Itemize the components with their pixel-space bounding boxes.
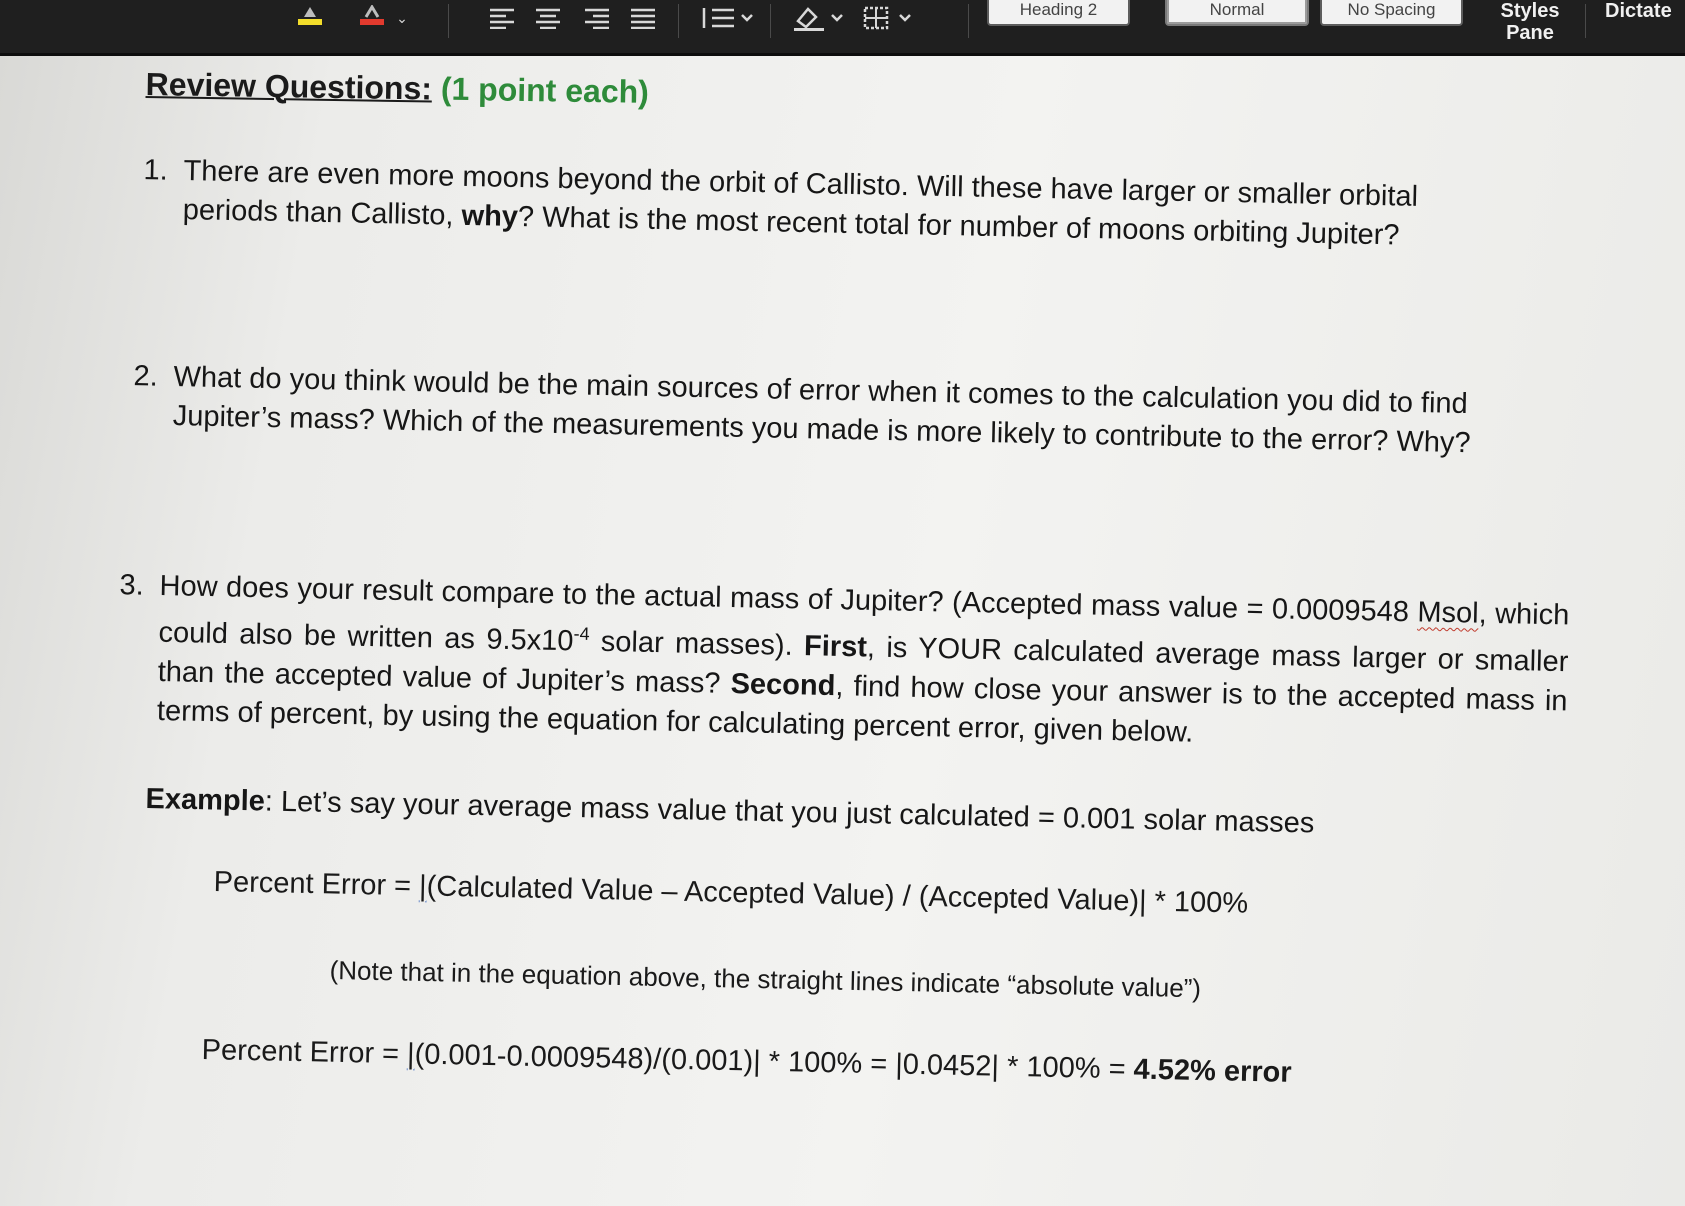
styles-pane-label: Styles: [1500, 0, 1560, 22]
q3-exponent: -4: [573, 623, 590, 645]
styles-pane-button[interactable]: Styles Pane: [1490, 0, 1570, 44]
q1-bold: why: [461, 199, 519, 234]
q3-bold-first: First: [803, 630, 868, 664]
q3-bold-second: Second: [730, 667, 836, 702]
heading-points: (1 point each): [440, 70, 650, 110]
justify-icon[interactable]: [628, 0, 658, 36]
ribbon-toolbar: ⌄ Heading 2 Normal No Spacing Styles Pan…: [0, 0, 1685, 56]
style-normal[interactable]: Normal: [1165, 0, 1309, 26]
borders-icon[interactable]: [860, 0, 920, 36]
style-no-spacing[interactable]: No Spacing: [1320, 0, 1463, 26]
dictate-button[interactable]: Dictate: [1605, 0, 1685, 22]
formula-lhs: Percent Error =: [213, 866, 420, 903]
font-color-icon[interactable]: [352, 0, 392, 36]
shading-icon[interactable]: [790, 0, 850, 36]
q3-text-c: solar masses).: [589, 625, 805, 663]
line-spacing-icon[interactable]: [698, 0, 758, 36]
formula2-result: 4.52% error: [1133, 1053, 1292, 1089]
style-heading-2[interactable]: Heading 2: [987, 0, 1130, 26]
align-right-icon[interactable]: [582, 0, 612, 36]
dictate-label: Dictate: [1605, 0, 1672, 22]
question-3: 3. How does your result compare to the a…: [119, 567, 1570, 760]
align-left-icon[interactable]: [487, 0, 517, 36]
question-number: 3.: [119, 569, 145, 602]
heading-title: Review Questions:: [145, 66, 433, 107]
align-center-icon[interactable]: [533, 0, 563, 36]
question-number: 2.: [133, 360, 159, 393]
chevron-down-icon[interactable]: ⌄: [392, 0, 412, 36]
style-normal-label: Normal: [1209, 0, 1265, 19]
style-heading-2-label: Heading 2: [1019, 0, 1098, 19]
example-label: Example: [145, 782, 266, 818]
question-3-text: How does your result compare to the actu…: [157, 567, 1570, 760]
page-title: Review Questions: (1 point each): [145, 66, 649, 111]
spelling-error-msol[interactable]: Msol: [1417, 596, 1479, 629]
formula2-lhs: Percent Error =: [201, 1034, 408, 1071]
highlight-icon[interactable]: [290, 0, 330, 36]
styles-pane-label-2: Pane: [1506, 22, 1554, 44]
question-number: 1.: [143, 154, 169, 187]
style-no-spacing-label: No Spacing: [1347, 0, 1436, 19]
